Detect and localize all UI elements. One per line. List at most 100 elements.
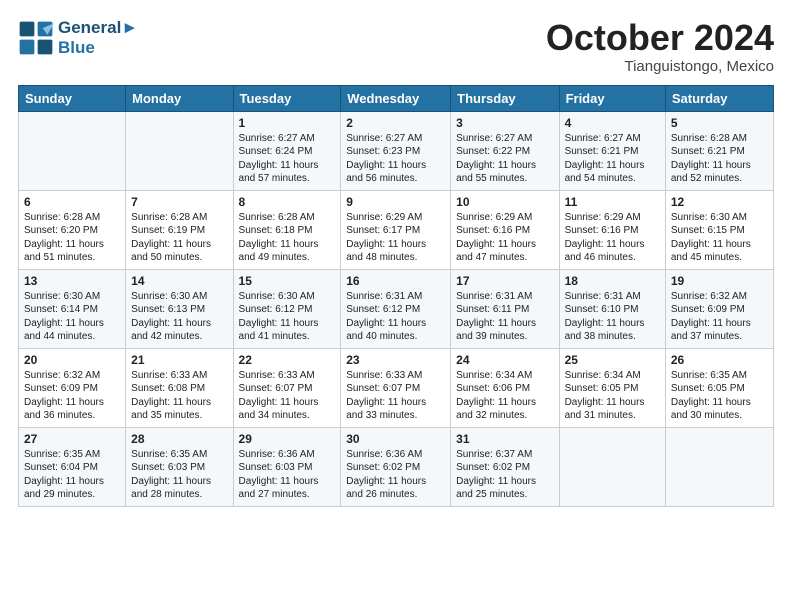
day-info: Sunrise: 6:31 AMSunset: 6:10 PMDaylight:… <box>565 290 660 344</box>
day-cell: 12 Sunrise: 6:30 AMSunset: 6:15 PMDayligh… <box>665 190 773 269</box>
day-cell: 20 Sunrise: 6:32 AMSunset: 6:09 PMDayligh… <box>19 348 126 427</box>
title-block: October 2024 Tianguistongo, Mexico <box>546 18 774 75</box>
day-cell <box>19 111 126 190</box>
day-number: 3 <box>456 116 553 130</box>
day-number: 4 <box>565 116 660 130</box>
day-info: Sunrise: 6:31 AMSunset: 6:11 PMDaylight:… <box>456 290 553 344</box>
day-number: 18 <box>565 274 660 288</box>
weekday-header-sunday: Sunday <box>19 85 126 111</box>
day-number: 28 <box>131 432 227 446</box>
day-number: 8 <box>239 195 336 209</box>
day-number: 9 <box>346 195 445 209</box>
day-number: 13 <box>24 274 120 288</box>
day-info: Sunrise: 6:29 AMSunset: 6:16 PMDaylight:… <box>456 211 553 265</box>
week-row-1: 1 Sunrise: 6:27 AMSunset: 6:24 PMDaylight… <box>19 111 774 190</box>
day-number: 20 <box>24 353 120 367</box>
day-info: Sunrise: 6:33 AMSunset: 6:07 PMDaylight:… <box>346 369 445 423</box>
day-cell: 6Sunrise: 6:28 AMSunset: 6:20 PMDaylight… <box>19 190 126 269</box>
day-number: 27 <box>24 432 120 446</box>
day-info: Sunrise: 6:30 AMSunset: 6:13 PMDaylight:… <box>131 290 227 344</box>
day-number: 7 <box>131 195 227 209</box>
day-number: 14 <box>131 274 227 288</box>
day-cell <box>559 427 665 506</box>
day-number: 15 <box>239 274 336 288</box>
day-cell: 31Sunrise: 6:37 AMSunset: 6:02 PMDayligh… <box>451 427 559 506</box>
day-info: Sunrise: 6:35 AMSunset: 6:04 PMDaylight:… <box>24 448 120 502</box>
calendar-table: SundayMondayTuesdayWednesdayThursdayFrid… <box>18 85 774 507</box>
day-cell: 21 Sunrise: 6:33 AMSunset: 6:08 PMDayligh… <box>126 348 233 427</box>
day-number: 1 <box>239 116 336 130</box>
week-row-5: 27 Sunrise: 6:35 AMSunset: 6:04 PMDayligh… <box>19 427 774 506</box>
weekday-header-row: SundayMondayTuesdayWednesdayThursdayFrid… <box>19 85 774 111</box>
day-info: Sunrise: 6:37 AMSunset: 6:02 PMDaylight:… <box>456 448 553 502</box>
day-cell: 22 Sunrise: 6:33 AMSunset: 6:07 PMDayligh… <box>233 348 341 427</box>
day-cell: 23 Sunrise: 6:33 AMSunset: 6:07 PMDayligh… <box>341 348 451 427</box>
day-cell: 2 Sunrise: 6:27 AMSunset: 6:23 PMDaylight… <box>341 111 451 190</box>
day-info: Sunrise: 6:34 AMSunset: 6:05 PMDaylight:… <box>565 369 660 423</box>
day-number: 10 <box>456 195 553 209</box>
logo-text: General► Blue <box>58 18 138 59</box>
day-number: 2 <box>346 116 445 130</box>
day-number: 5 <box>671 116 768 130</box>
day-number: 25 <box>565 353 660 367</box>
day-cell: 10 Sunrise: 6:29 AMSunset: 6:16 PMDayligh… <box>451 190 559 269</box>
day-cell: 18 Sunrise: 6:31 AMSunset: 6:10 PMDayligh… <box>559 269 665 348</box>
day-cell: 19 Sunrise: 6:32 AMSunset: 6:09 PMDayligh… <box>665 269 773 348</box>
day-info: Sunrise: 6:32 AMSunset: 6:09 PMDaylight:… <box>671 290 768 344</box>
day-cell: 9 Sunrise: 6:29 AMSunset: 6:17 PMDaylight… <box>341 190 451 269</box>
day-number: 19 <box>671 274 768 288</box>
day-info: Sunrise: 6:33 AMSunset: 6:08 PMDaylight:… <box>131 369 227 423</box>
day-number: 12 <box>671 195 768 209</box>
day-info: Sunrise: 6:28 AMSunset: 6:18 PMDaylight:… <box>239 211 336 265</box>
day-info: Sunrise: 6:35 AMSunset: 6:05 PMDaylight:… <box>671 369 768 423</box>
day-cell: 30Sunrise: 6:36 AMSunset: 6:02 PMDayligh… <box>341 427 451 506</box>
day-info: Sunrise: 6:29 AMSunset: 6:17 PMDaylight:… <box>346 211 445 265</box>
day-number: 21 <box>131 353 227 367</box>
day-cell: 14 Sunrise: 6:30 AMSunset: 6:13 PMDayligh… <box>126 269 233 348</box>
header: General► Blue October 2024 Tianguistongo… <box>18 18 774 75</box>
day-cell: 24 Sunrise: 6:34 AMSunset: 6:06 PMDayligh… <box>451 348 559 427</box>
day-info: Sunrise: 6:36 AMSunset: 6:02 PMDaylight:… <box>346 448 445 502</box>
day-info: Sunrise: 6:31 AMSunset: 6:12 PMDaylight:… <box>346 290 445 344</box>
day-info: Sunrise: 6:36 AMSunset: 6:03 PMDaylight:… <box>239 448 336 502</box>
day-info: Sunrise: 6:30 AMSunset: 6:12 PMDaylight:… <box>239 290 336 344</box>
day-info: Sunrise: 6:34 AMSunset: 6:06 PMDaylight:… <box>456 369 553 423</box>
day-cell: 29 Sunrise: 6:36 AMSunset: 6:03 PMDayligh… <box>233 427 341 506</box>
day-cell: 27 Sunrise: 6:35 AMSunset: 6:04 PMDayligh… <box>19 427 126 506</box>
day-cell: 7 Sunrise: 6:28 AMSunset: 6:19 PMDaylight… <box>126 190 233 269</box>
day-info: Sunrise: 6:29 AMSunset: 6:16 PMDaylight:… <box>565 211 660 265</box>
weekday-header-friday: Friday <box>559 85 665 111</box>
day-info: Sunrise: 6:27 AMSunset: 6:22 PMDaylight:… <box>456 132 553 186</box>
day-cell: 25 Sunrise: 6:34 AMSunset: 6:05 PMDayligh… <box>559 348 665 427</box>
weekday-header-wednesday: Wednesday <box>341 85 451 111</box>
day-cell: 3 Sunrise: 6:27 AMSunset: 6:22 PMDaylight… <box>451 111 559 190</box>
weekday-header-thursday: Thursday <box>451 85 559 111</box>
day-info: Sunrise: 6:28 AMSunset: 6:19 PMDaylight:… <box>131 211 227 265</box>
day-info: Sunrise: 6:27 AMSunset: 6:24 PMDaylight:… <box>239 132 336 186</box>
weekday-header-saturday: Saturday <box>665 85 773 111</box>
day-info: Sunrise: 6:27 AMSunset: 6:23 PMDaylight:… <box>346 132 445 186</box>
day-cell: 5 Sunrise: 6:28 AMSunset: 6:21 PMDaylight… <box>665 111 773 190</box>
day-number: 23 <box>346 353 445 367</box>
day-cell: 26Sunrise: 6:35 AMSunset: 6:05 PMDayligh… <box>665 348 773 427</box>
day-cell <box>665 427 773 506</box>
location: Tianguistongo, Mexico <box>546 58 774 75</box>
day-cell: 11Sunrise: 6:29 AMSunset: 6:16 PMDayligh… <box>559 190 665 269</box>
day-number: 24 <box>456 353 553 367</box>
week-row-4: 20 Sunrise: 6:32 AMSunset: 6:09 PMDayligh… <box>19 348 774 427</box>
day-cell: 1 Sunrise: 6:27 AMSunset: 6:24 PMDaylight… <box>233 111 341 190</box>
day-cell: 13Sunrise: 6:30 AMSunset: 6:14 PMDayligh… <box>19 269 126 348</box>
day-info: Sunrise: 6:30 AMSunset: 6:15 PMDaylight:… <box>671 211 768 265</box>
day-number: 22 <box>239 353 336 367</box>
weekday-header-tuesday: Tuesday <box>233 85 341 111</box>
logo: General► Blue <box>18 18 138 59</box>
day-info: Sunrise: 6:28 AMSunset: 6:21 PMDaylight:… <box>671 132 768 186</box>
day-cell: 15 Sunrise: 6:30 AMSunset: 6:12 PMDayligh… <box>233 269 341 348</box>
logo-icon <box>18 20 54 56</box>
day-number: 29 <box>239 432 336 446</box>
day-number: 17 <box>456 274 553 288</box>
month-title: October 2024 <box>546 18 774 58</box>
day-cell <box>126 111 233 190</box>
day-info: Sunrise: 6:32 AMSunset: 6:09 PMDaylight:… <box>24 369 120 423</box>
day-info: Sunrise: 6:33 AMSunset: 6:07 PMDaylight:… <box>239 369 336 423</box>
